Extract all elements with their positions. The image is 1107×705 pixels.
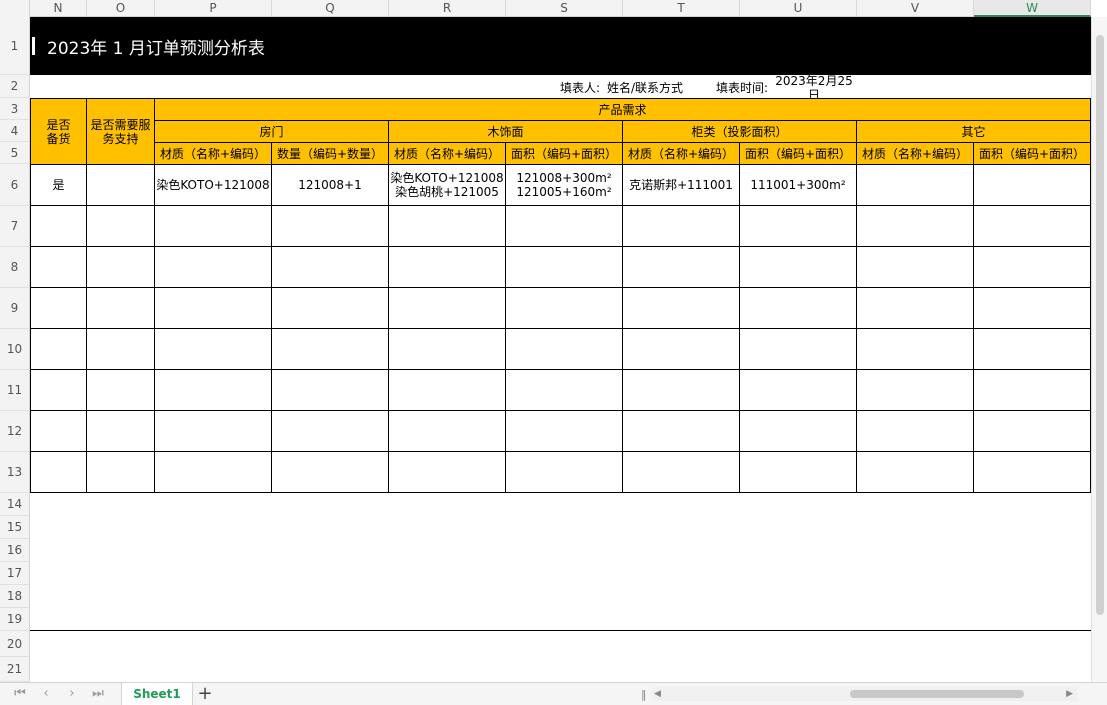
row-header-8[interactable]: 8 bbox=[0, 247, 30, 288]
subheader-cabinet-material[interactable]: 材质（名称+编码） bbox=[622, 142, 740, 165]
header-cabinet[interactable]: 柜类（投影面积） bbox=[622, 120, 857, 143]
sheet-tab-bar: ⏮ ‹ › ⏭ Sheet1 + ‖ ◀ ▶ bbox=[0, 682, 1107, 705]
select-all-corner[interactable] bbox=[0, 0, 30, 17]
vertical-scroll-thumb[interactable] bbox=[1096, 35, 1104, 615]
column-header-q[interactable]: Q bbox=[272, 0, 389, 17]
row-header-9[interactable]: 9 bbox=[0, 288, 30, 329]
row-header-10[interactable]: 10 bbox=[0, 329, 30, 370]
row-header-11[interactable]: 11 bbox=[0, 370, 30, 411]
cell-wood-material[interactable]: 染色KOTO+121008 染色胡桃+121005 bbox=[389, 165, 505, 205]
add-sheet-button[interactable]: + bbox=[196, 685, 214, 703]
row-header-20[interactable]: 20 bbox=[0, 631, 30, 657]
row-header-17[interactable]: 17 bbox=[0, 562, 30, 585]
subheader-other-material[interactable]: 材质（名称+编码） bbox=[856, 142, 974, 165]
grid-line bbox=[30, 410, 1091, 411]
horizontal-scroll-thumb[interactable] bbox=[850, 690, 1024, 698]
filler-label: 填表人: bbox=[559, 80, 600, 95]
column-header-u[interactable]: U bbox=[740, 0, 857, 17]
column-header-r[interactable]: R bbox=[389, 0, 506, 17]
scroll-right-icon[interactable]: ▶ bbox=[1066, 687, 1073, 701]
grid-line bbox=[30, 328, 1091, 329]
grid-line bbox=[30, 246, 1091, 247]
cell-cabinet-area[interactable]: 111001+300m² bbox=[740, 165, 856, 205]
row-header-13[interactable]: 13 bbox=[0, 452, 30, 493]
header-other[interactable]: 其它 bbox=[856, 120, 1091, 143]
last-sheet-icon[interactable]: ⏭ bbox=[88, 686, 108, 702]
title-cell[interactable]: 2023年 1 月订单预测分析表 bbox=[30, 17, 1091, 75]
cell-service[interactable] bbox=[87, 165, 154, 205]
scroll-left-icon[interactable]: ◀ bbox=[654, 687, 661, 701]
column-header-v[interactable]: V bbox=[857, 0, 974, 17]
subheader-door-qty[interactable]: 数量（编码+数量） bbox=[271, 142, 389, 165]
subheader-wood-area[interactable]: 面积（编码+面积） bbox=[505, 142, 623, 165]
cell-other-area[interactable] bbox=[974, 165, 1090, 205]
subheader-cabinet-area[interactable]: 面积（编码+面积） bbox=[739, 142, 857, 165]
row-header-5[interactable]: 5 bbox=[0, 142, 30, 164]
column-header-t[interactable]: T bbox=[623, 0, 740, 17]
row-header-18[interactable]: 18 bbox=[0, 585, 30, 608]
title-accent-bar bbox=[32, 37, 35, 55]
row-header-15[interactable]: 15 bbox=[0, 516, 30, 539]
column-header-bar: N O P Q R S T U V W bbox=[0, 0, 1091, 17]
row-header-21[interactable]: 21 bbox=[0, 657, 30, 682]
header-product-demand[interactable]: 产品需求 bbox=[154, 98, 1091, 121]
page-break-line bbox=[30, 630, 1091, 631]
first-sheet-icon[interactable]: ⏮ bbox=[10, 686, 30, 702]
cell-other-material[interactable] bbox=[857, 165, 973, 205]
filler-value[interactable]: 姓名/联系方式 bbox=[600, 77, 690, 98]
column-header-s[interactable]: S bbox=[506, 0, 623, 17]
column-header-p[interactable]: P bbox=[155, 0, 272, 17]
row-header-6[interactable]: 6 bbox=[0, 164, 30, 206]
grid-line bbox=[30, 205, 1091, 206]
header-service[interactable]: 是否需要服 务支持 bbox=[86, 98, 155, 165]
row-header-2[interactable]: 2 bbox=[0, 75, 30, 98]
row-header-16[interactable]: 16 bbox=[0, 539, 30, 562]
next-sheet-icon[interactable]: › bbox=[62, 686, 82, 702]
column-header-n[interactable]: N bbox=[30, 0, 87, 17]
sheet-title: 2023年 1 月订单预测分析表 bbox=[47, 38, 265, 59]
row-header-12[interactable]: 12 bbox=[0, 411, 30, 452]
row-header-3[interactable]: 3 bbox=[0, 98, 30, 120]
row-header-1[interactable]: 1 bbox=[0, 17, 30, 75]
grid-line bbox=[30, 369, 1091, 370]
time-value[interactable]: 2023年2月25日 bbox=[772, 74, 856, 102]
column-header-w[interactable]: W bbox=[974, 0, 1091, 17]
prev-sheet-icon[interactable]: ‹ bbox=[36, 686, 56, 702]
header-wood[interactable]: 木饰面 bbox=[388, 120, 623, 143]
column-header-o[interactable]: O bbox=[87, 0, 155, 17]
row-header-7[interactable]: 7 bbox=[0, 206, 30, 247]
cell-cabinet-material[interactable]: 克诺斯邦+111001 bbox=[623, 165, 739, 205]
time-label: 填表时间: bbox=[715, 80, 768, 95]
header-stock[interactable]: 是否 备货 bbox=[30, 98, 87, 165]
grid-line bbox=[30, 451, 1091, 452]
cell-stock[interactable]: 是 bbox=[31, 165, 86, 205]
cell-door-material[interactable]: 染色KOTO+121008 bbox=[155, 165, 271, 205]
row-header-4[interactable]: 4 bbox=[0, 120, 30, 142]
header-door[interactable]: 房门 bbox=[154, 120, 389, 143]
row-header-19[interactable]: 19 bbox=[0, 608, 30, 631]
tab-splitter-icon[interactable]: ‖ bbox=[641, 688, 647, 701]
horizontal-scrollbar[interactable]: ◀ ▶ bbox=[652, 687, 1077, 701]
cell-door-qty[interactable]: 121008+1 bbox=[272, 165, 388, 205]
subheader-wood-material[interactable]: 材质（名称+编码） bbox=[388, 142, 506, 165]
cell-wood-area[interactable]: 121008+300m² 121005+160m² bbox=[506, 165, 622, 205]
grid-line bbox=[30, 492, 1091, 493]
vertical-scrollbar[interactable] bbox=[1091, 17, 1107, 682]
row-header-14[interactable]: 14 bbox=[0, 493, 30, 516]
spreadsheet: N O P Q R S T U V W 1 2 3 4 5 6 7 8 9 10… bbox=[0, 0, 1107, 705]
grid-line bbox=[30, 287, 1091, 288]
subheader-door-material[interactable]: 材质（名称+编码） bbox=[154, 142, 272, 165]
sheet-tab-sheet1[interactable]: Sheet1 bbox=[121, 683, 193, 705]
subheader-other-area[interactable]: 面积（编码+面积） bbox=[973, 142, 1091, 165]
